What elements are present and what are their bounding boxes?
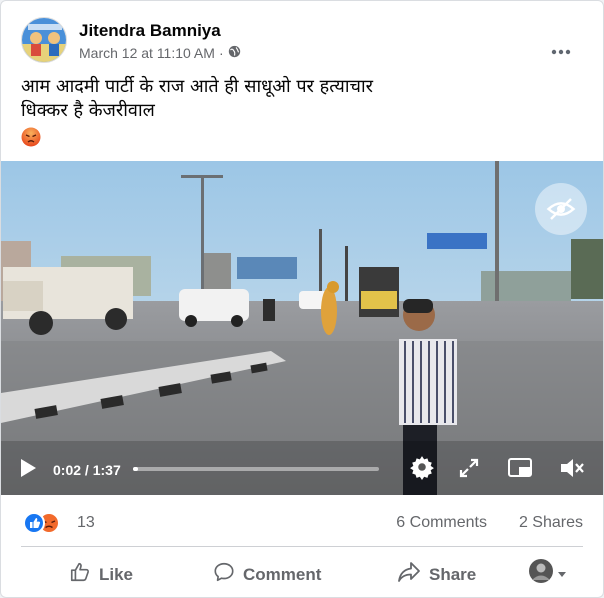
post-text: आम आदमी पार्टी के राज आते ही साधूओ पर हत… — [21, 75, 373, 154]
reaction-icons[interactable] — [23, 512, 67, 534]
more-options-icon[interactable] — [551, 43, 571, 55]
thumbs-up-icon — [69, 561, 91, 588]
reaction-profile-selector[interactable] — [529, 559, 567, 588]
reaction-count[interactable]: 13 — [77, 514, 95, 532]
settings-gear-icon[interactable] — [409, 454, 435, 483]
actions-divider — [21, 546, 583, 547]
comment-label: Comment — [243, 564, 322, 584]
post-stats: 13 6 Comments 2 Shares — [21, 509, 583, 535]
video-current-time: 0:02 — [53, 462, 82, 478]
play-icon[interactable] — [19, 458, 37, 481]
share-button[interactable]: Share — [397, 561, 476, 588]
picture-in-picture-icon[interactable] — [507, 456, 533, 483]
video-duration: 1:37 — [92, 462, 121, 478]
author-avatar[interactable] — [21, 17, 67, 63]
fullscreen-expand-icon[interactable] — [459, 458, 479, 481]
comment-button[interactable]: Comment — [213, 561, 321, 588]
author-name[interactable]: Jitendra Bamniya — [79, 21, 221, 41]
mute-volume-icon[interactable] — [559, 456, 585, 483]
post-text-line2: धिक्कर है केजरीवाल — [21, 100, 155, 121]
post-meta: March 12 at 11:10 AM · — [79, 45, 241, 61]
post-header: Jitendra Bamniya March 12 at 11:10 AM · — [21, 17, 587, 65]
hide-video-icon[interactable] — [535, 183, 587, 235]
video-time: 0:02 / 1:37 — [53, 462, 121, 478]
video-time-separator: / — [81, 462, 93, 478]
post-actions: Like Comment Share — [21, 553, 583, 591]
angry-emoji-icon — [21, 127, 373, 154]
video-controls: 0:02 / 1:37 — [1, 447, 603, 495]
comment-bubble-icon — [213, 561, 235, 588]
post-text-line1: आम आदमी पार्टी के राज आते ही साधूओ पर हत… — [21, 76, 373, 97]
share-arrow-icon — [397, 561, 421, 588]
video-progress-fill — [133, 467, 138, 471]
share-label: Share — [429, 564, 477, 584]
video-player[interactable]: 0:02 / 1:37 — [1, 161, 603, 495]
globe-icon[interactable] — [228, 45, 241, 61]
shares-count[interactable]: 2 Shares — [519, 514, 583, 532]
video-progress-bar[interactable] — [133, 467, 379, 471]
like-button[interactable]: Like — [69, 561, 133, 588]
post-card: Jitendra Bamniya March 12 at 11:10 AM · … — [0, 0, 604, 598]
post-timestamp[interactable]: March 12 at 11:10 AM — [79, 45, 215, 61]
user-avatar — [529, 559, 553, 588]
comments-count[interactable]: 6 Comments — [396, 514, 487, 532]
video-frame — [1, 161, 603, 495]
chevron-down-icon — [557, 565, 567, 583]
like-label: Like — [99, 564, 134, 584]
